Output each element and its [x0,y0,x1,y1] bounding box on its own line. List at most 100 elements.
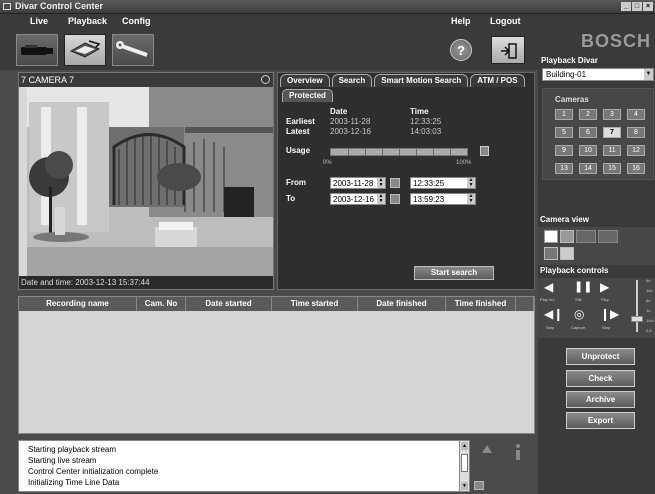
camera-title-bar: 7 CAMERA 7 [19,73,273,87]
capture-icon[interactable]: ◎ [574,307,584,321]
camera-button-10[interactable]: 10 [579,145,597,156]
menu-logout[interactable]: Logout [490,16,521,26]
usage-label: Usage [286,146,311,155]
speed-slider-track[interactable] [636,280,638,332]
capture-label: Capture [571,325,586,330]
log-line: Control Center initialization complete [28,467,159,476]
pause-icon[interactable]: ❚❚ [574,280,592,293]
tab-overview[interactable]: Overview [280,74,330,87]
results-table[interactable]: Recording name Cam. No Date started Time… [18,296,535,434]
live-button[interactable] [16,34,58,66]
col-recording-name[interactable]: Recording name [19,297,137,311]
alert-icon [482,445,492,453]
camera-button-5[interactable]: 5 [555,127,573,138]
camera-button-12[interactable]: 12 [627,145,645,156]
camera-button-11[interactable]: 11 [603,145,621,156]
camera-view-title: Camera view [540,215,589,224]
time-header: Time [410,107,429,116]
config-button[interactable] [112,34,154,66]
chevron-down-icon[interactable]: ▼ [644,69,653,80]
nine-view-icon[interactable] [576,230,596,243]
full-screen-icon[interactable] [560,247,574,260]
playback-divar-title: Playback Divar [541,56,598,65]
camera-button-14[interactable]: 14 [579,163,597,174]
camera-button-7[interactable]: 7 [603,127,621,138]
archive-button[interactable]: Archive [566,391,635,408]
camera-button-2[interactable]: 2 [579,109,597,120]
play-reverse-icon[interactable]: ◀ [544,280,553,294]
single-view-icon[interactable] [544,230,558,243]
from-label: From [286,178,306,187]
menu-config[interactable]: Config [122,16,151,26]
col-time-finished[interactable]: Time finished [446,297,516,311]
close-button[interactable]: × [643,2,653,11]
menu-help[interactable]: Help [451,16,471,26]
wrench-icon [116,41,148,57]
from-calendar-icon[interactable] [390,178,400,188]
logout-button[interactable] [491,36,525,64]
export-button[interactable]: Export [566,412,635,429]
camera-timestamp: Date and time: 2003-12-13 15:37:44 [19,276,273,289]
camera-panel[interactable]: 7 CAMERA 7 Date and time: 2003-12-13 15:… [18,72,274,290]
check-button[interactable]: Check [566,370,635,387]
playback-button[interactable] [64,34,106,66]
speed-label: 0.5 [646,328,652,333]
unprotect-button[interactable]: Unprotect [566,348,635,365]
playback-icon [69,40,101,58]
results-header: Recording name Cam. No Date started Time… [19,297,534,311]
log-scrollbar[interactable]: ▲ ▼ [459,441,469,491]
camera-button-6[interactable]: 6 [579,127,597,138]
maximize-button[interactable]: □ [632,2,642,11]
menu-playback[interactable]: Playback [68,16,107,26]
menu-live[interactable]: Live [30,16,48,26]
camera-button-16[interactable]: 16 [627,163,645,174]
play-rev-label: Play rev [540,297,555,302]
camera-button-9[interactable]: 9 [555,145,573,156]
status-log[interactable]: Starting playback stream Starting live s… [18,440,470,492]
col-time-started[interactable]: Time started [272,297,358,311]
tab-atm-pos[interactable]: ATM / POS [470,74,525,87]
camera-button-8[interactable]: 8 [627,127,645,138]
camera-button-15[interactable]: 15 [603,163,621,174]
speed-slider-thumb[interactable] [631,316,643,322]
from-time-field[interactable]: 12:33:25 ▲ ▼ [410,177,476,189]
scroll-thumb[interactable] [461,454,468,472]
trash-icon[interactable] [480,146,489,156]
play-label: Play [601,297,609,302]
camera-video[interactable] [19,87,273,277]
sixteen-view-icon[interactable] [598,230,618,243]
to-time-field[interactable]: 13:59:23 ▲ ▼ [410,193,476,205]
tab-smart-motion-search[interactable]: Smart Motion Search [374,74,469,87]
tab-protected[interactable]: Protected [282,89,333,102]
camera-button-3[interactable]: 3 [603,109,621,120]
search-tabs: Overview Search Smart Motion Search ATM … [280,74,525,87]
col-date-finished[interactable]: Date finished [358,297,446,311]
sequence-icon[interactable] [544,247,558,260]
log-clear-icon[interactable] [474,481,484,490]
minimize-button[interactable]: _ [621,2,631,11]
step-forward-icon[interactable]: ❙▶ [600,307,619,321]
camera-scene [19,87,273,277]
camera-button-4[interactable]: 4 [627,109,645,120]
scroll-up-icon[interactable]: ▲ [461,442,468,450]
speed-label: 1/4x [646,318,654,323]
camera-options-icon[interactable] [261,75,270,84]
step-back-icon[interactable]: ◀❙ [544,307,563,321]
to-calendar-icon[interactable] [390,194,400,204]
from-date-field[interactable]: 2003-11-28 ▲ ▼ [330,177,386,189]
camera-button-1[interactable]: 1 [555,109,573,120]
divar-select[interactable]: Building-01 ▼ [542,68,654,81]
help-icon[interactable]: ? [450,39,472,61]
window-title: Divar Control Center [15,1,104,11]
play-icon[interactable]: ▶ [600,280,609,294]
col-date-started[interactable]: Date started [186,297,272,311]
quad-view-icon[interactable] [560,230,574,243]
scroll-down-icon[interactable]: ▼ [461,482,468,490]
cameras-title: Cameras [555,95,589,104]
to-date-field[interactable]: 2003-12-16 ▲ ▼ [330,193,386,205]
col-cam-no[interactable]: Cam. No [137,297,186,311]
tab-search[interactable]: Search [331,74,373,87]
start-search-button[interactable]: Start search [414,266,494,280]
usage-min: 0% [323,160,332,166]
camera-button-13[interactable]: 13 [555,163,573,174]
